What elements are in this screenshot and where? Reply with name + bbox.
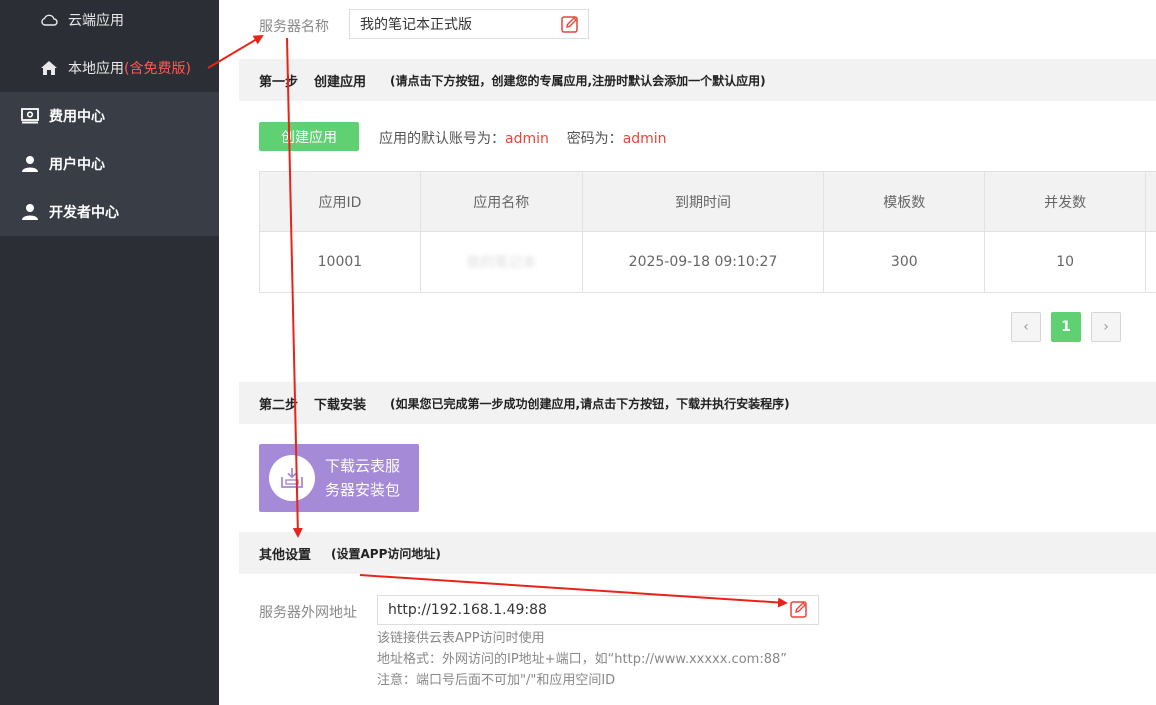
table-header-row: 应用ID 应用名称 到期时间 模板数 并发数 [260,172,1156,232]
account-prefix: 应用的默认账号为： [379,131,505,147]
download-installer-button[interactable]: 下载云表服 务器安装包 [259,444,419,512]
billing-icon [20,106,40,126]
page-1-button[interactable]: 1 [1051,312,1081,342]
help-text-usage: 该链接供云表APP访问时使用 [377,631,545,646]
free-tag: (含免费版) [124,61,191,77]
server-name-field[interactable]: 我的笔记本正式版 [349,9,589,39]
column-header: 应用名称 [421,172,583,231]
download-label: 下载云表服 务器安装包 [325,454,409,502]
sidebar-item-cloud-app[interactable]: 云端应用 [0,0,219,44]
column-header: 应用ID [260,172,421,231]
extra-cell [1146,232,1156,292]
table-row[interactable]: 10001 我的笔记本 2025-09-18 09:10:27 300 10 [260,232,1156,292]
app-table: 应用ID 应用名称 到期时间 模板数 并发数 10001 我的笔记本 2025-… [259,171,1156,293]
other-settings-hint: (设置APP访问地址) [331,546,441,561]
sidebar-item-developer-center[interactable]: 开发者中心 [0,188,219,236]
sidebar-item-label: 用户中心 [49,157,105,173]
step2-label: 第二步 [259,397,299,413]
sidebar-item-billing[interactable]: 费用中心 [0,92,219,140]
password-value: admin [622,131,667,147]
column-header: 模板数 [824,172,986,231]
app-id-cell: 10001 [260,232,421,292]
cloud-icon [39,10,59,30]
step2-title: 下载安装 [314,397,367,413]
app-name-cell: 我的笔记本 [421,232,583,292]
templates-cell: 300 [824,232,986,292]
next-page-button[interactable]: › [1091,312,1121,342]
pagination: ‹ 1 › [1011,312,1131,342]
step1-title: 创建应用 [314,74,367,90]
create-app-button[interactable]: 创建应用 [259,122,359,151]
server-name-value: 我的笔记本正式版 [360,17,472,33]
home-icon [39,58,59,78]
sidebar-item-label: 费用中心 [49,109,105,125]
step2-hint: (如果您已完成第一步成功创建应用,请点击下方按钮，下载并执行安装程序) [390,396,790,411]
external-address-value: http://192.168.1.49:88 [388,602,547,618]
prev-page-button[interactable]: ‹ [1011,312,1041,342]
sidebar-item-label: 云端应用 [68,13,124,29]
step1-hint: (请点击下方按钮，创建您的专属应用,注册时默认会添加一个默认应用) [390,73,766,88]
column-header: 到期时间 [583,172,825,231]
download-label-line2: 务器安装包 [325,481,401,499]
expire-cell: 2025-09-18 09:10:27 [583,232,825,292]
sidebar-item-label: 本地应用 [68,61,124,77]
sidebar-item-user-center[interactable]: 用户中心 [0,140,219,188]
default-account-info: 应用的默认账号为：admin 密码为：admin [379,128,667,148]
other-settings-header: 其他设置 (设置APP访问地址) [239,532,1156,574]
external-address-field[interactable]: http://192.168.1.49:88 [377,595,819,625]
external-address-label: 服务器外网地址 [259,605,357,621]
step1-label: 第一步 [259,74,299,90]
edit-icon[interactable] [561,15,581,35]
help-text-note: 注意：端口号后面不可加"/"和应用空间ID [377,673,616,688]
sidebar-item-label: 开发者中心 [49,205,119,221]
password-prefix: 密码为： [566,131,623,147]
help-text-format: 地址格式：外网访问的IP地址+端口，如“http://www.xxxxx.com… [377,652,787,667]
developer-icon [20,202,40,222]
user-icon [20,154,40,174]
sidebar: 云端应用 本地应用 (含免费版) 费用中心 用户中心 开发者中心 [0,0,219,705]
account-value: admin [505,131,549,147]
step1-header: 第一步 创建应用 (请点击下方按钮，创建您的专属应用,注册时默认会添加一个默认应… [239,59,1156,101]
other-settings-title: 其他设置 [259,547,312,563]
server-name-label: 服务器名称 [259,19,329,35]
step2-header: 第二步 下载安装 (如果您已完成第一步成功创建应用,请点击下方按钮，下载并执行安… [239,382,1156,424]
edit-icon[interactable] [790,600,810,620]
column-header-extra [1146,172,1156,231]
app-name-value: 我的笔记本 [466,255,537,271]
download-label-line1: 下载云表服 [325,457,401,475]
sidebar-item-local-app[interactable]: 本地应用 (含免费版) [0,44,219,92]
column-header: 并发数 [985,172,1147,231]
main-content: 服务器名称 我的笔记本正式版 第一步 创建应用 (请点击下方按钮，创建您的专属应… [219,0,1156,705]
download-icon [269,455,315,501]
concurrency-cell: 10 [985,232,1147,292]
